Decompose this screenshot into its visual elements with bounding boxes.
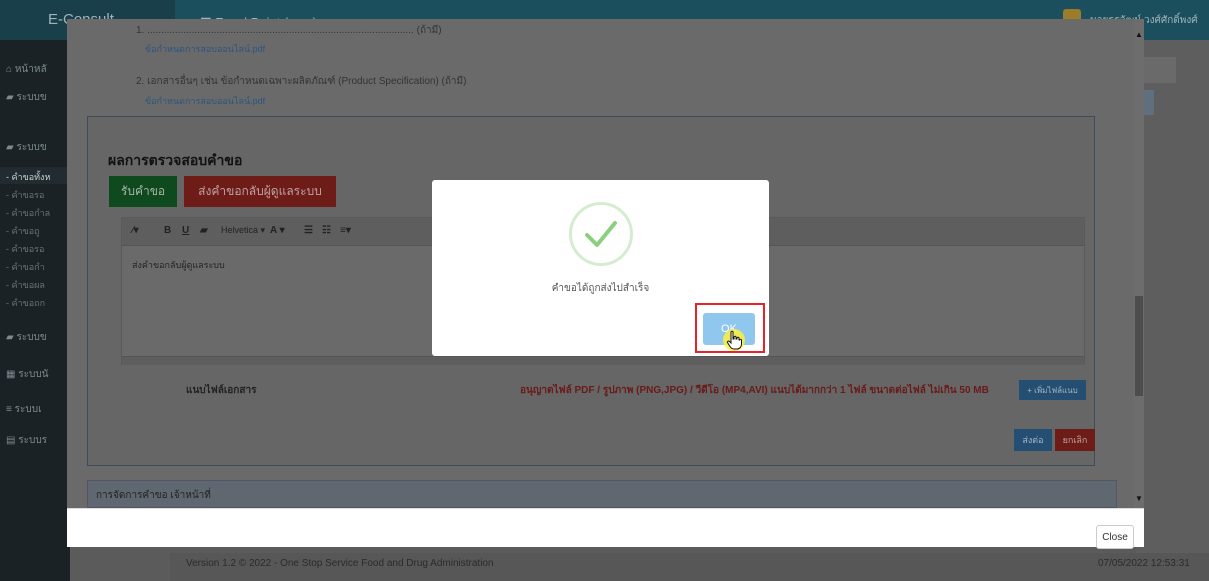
sidebar-item-system-1[interactable]: ▰ ระบบข (6, 90, 47, 105)
document-link-1[interactable]: ข้อกำหนดการสอบออนไลน์.pdf (145, 42, 265, 56)
sidebar-subitem-3[interactable]: - คำขอกำล (6, 206, 50, 220)
scroll-down-arrow-icon[interactable]: ▼ (1135, 494, 1143, 503)
success-check-icon (569, 202, 633, 266)
sidebar-subitem-7[interactable]: - คำขอผล (6, 278, 45, 292)
modal-scrollbar[interactable] (1134, 19, 1144, 508)
close-modal-button[interactable]: Close (1096, 525, 1134, 549)
review-section-title: ผลการตรวจสอบคำขอ (108, 152, 243, 168)
sidebar-item-calendar[interactable]: ▦ ระบบนั (6, 367, 49, 382)
officer-management-title: การจัดการคำขอ เจ้าหน้าที่ (96, 490, 211, 501)
footer-datetime: 07/05/2022 12:53:31 (1098, 558, 1190, 569)
sidebar-subitem-all[interactable]: - คำขอทั้งห (6, 170, 50, 184)
document-item-2: 2. เอกสารอื่นๆ เช่น ข้อกำหนดเฉพาะผลิตภัณ… (136, 76, 467, 87)
sidebar-item-report[interactable]: ▤ ระบบร (6, 433, 47, 448)
font-family-select[interactable]: Helvetica ▾ (221, 225, 265, 236)
bold-icon[interactable]: B (164, 225, 171, 236)
footer-version: Version 1.2 © 2022 - One Stop Service Fo… (186, 558, 494, 569)
magic-wand-icon[interactable]: ⁄▾ (132, 225, 139, 236)
document-item-1: 1. .....................................… (136, 25, 442, 36)
sidebar-item-system-4[interactable]: ≡ ระบบเ (6, 402, 41, 417)
paragraph-align-icon[interactable]: ≡▾ (340, 225, 351, 236)
document-link-2[interactable]: ข้อกำหนดการสอบออนไลน์.pdf (145, 94, 265, 108)
eraser-icon[interactable]: ▰ (200, 225, 208, 236)
unordered-list-icon[interactable]: ☰ (304, 225, 313, 236)
sidebar-subitem-4[interactable]: - คำขอถู (6, 224, 40, 238)
background-right-panel (1136, 40, 1209, 581)
hand-cursor-icon (726, 330, 742, 350)
sidebar-item-system-3[interactable]: ▰ ระบบข (6, 330, 47, 345)
attachment-label: แนบไฟล์เอกสาร (186, 385, 257, 396)
scroll-up-arrow-icon[interactable]: ▲ (1135, 30, 1143, 39)
success-message: คำขอได้ถูกส่งไปสำเร็จ (551, 283, 650, 294)
attachment-rules: อนุญาตไฟล์ PDF / รูปภาพ (PNG,JPG) / วีดี… (520, 385, 989, 396)
sidebar-subitem-6[interactable]: - คำขอกำ (6, 260, 45, 274)
font-color-icon[interactable]: A ▾ (270, 225, 285, 236)
sidebar-subitem-2[interactable]: - คำขอรอ (6, 188, 44, 202)
sidebar-subitem-5[interactable]: - คำขอรอ (6, 242, 44, 256)
editor-content[interactable]: ส่งคำขอกลับผู้ดูแลระบบ (132, 258, 225, 272)
submit-button[interactable]: ส่งต่อ (1014, 429, 1052, 451)
modal-scrollbar-thumb[interactable] (1135, 296, 1143, 396)
cancel-button[interactable]: ยกเลิก (1055, 429, 1095, 451)
modal-footer: Close (67, 508, 1144, 549)
accept-request-button[interactable]: รับคำขอ (109, 176, 177, 207)
sidebar-subitem-8[interactable]: - คำขอถก (6, 296, 45, 310)
return-to-admin-button[interactable]: ส่งคำขอกลับผู้ดูแลระบบ (184, 176, 336, 207)
add-attachment-button[interactable]: + เพิ่มไฟล์แนบ (1019, 380, 1086, 400)
underline-icon[interactable]: U (182, 225, 189, 236)
sidebar-item-system-2[interactable]: ▰ ระบบข (6, 140, 47, 155)
editor-resize-handle[interactable] (122, 356, 1084, 365)
sidebar-item-home[interactable]: ⌂ หน้าหลั (6, 62, 47, 77)
officer-management-panel[interactable]: การจัดการคำขอ เจ้าหน้าที่ (87, 480, 1117, 508)
ordered-list-icon[interactable]: ☷ (322, 225, 331, 236)
sidebar: ⌂ หน้าหลั ▰ ระบบข ▰ ระบบข - คำขอทั้งห - … (0, 40, 70, 581)
